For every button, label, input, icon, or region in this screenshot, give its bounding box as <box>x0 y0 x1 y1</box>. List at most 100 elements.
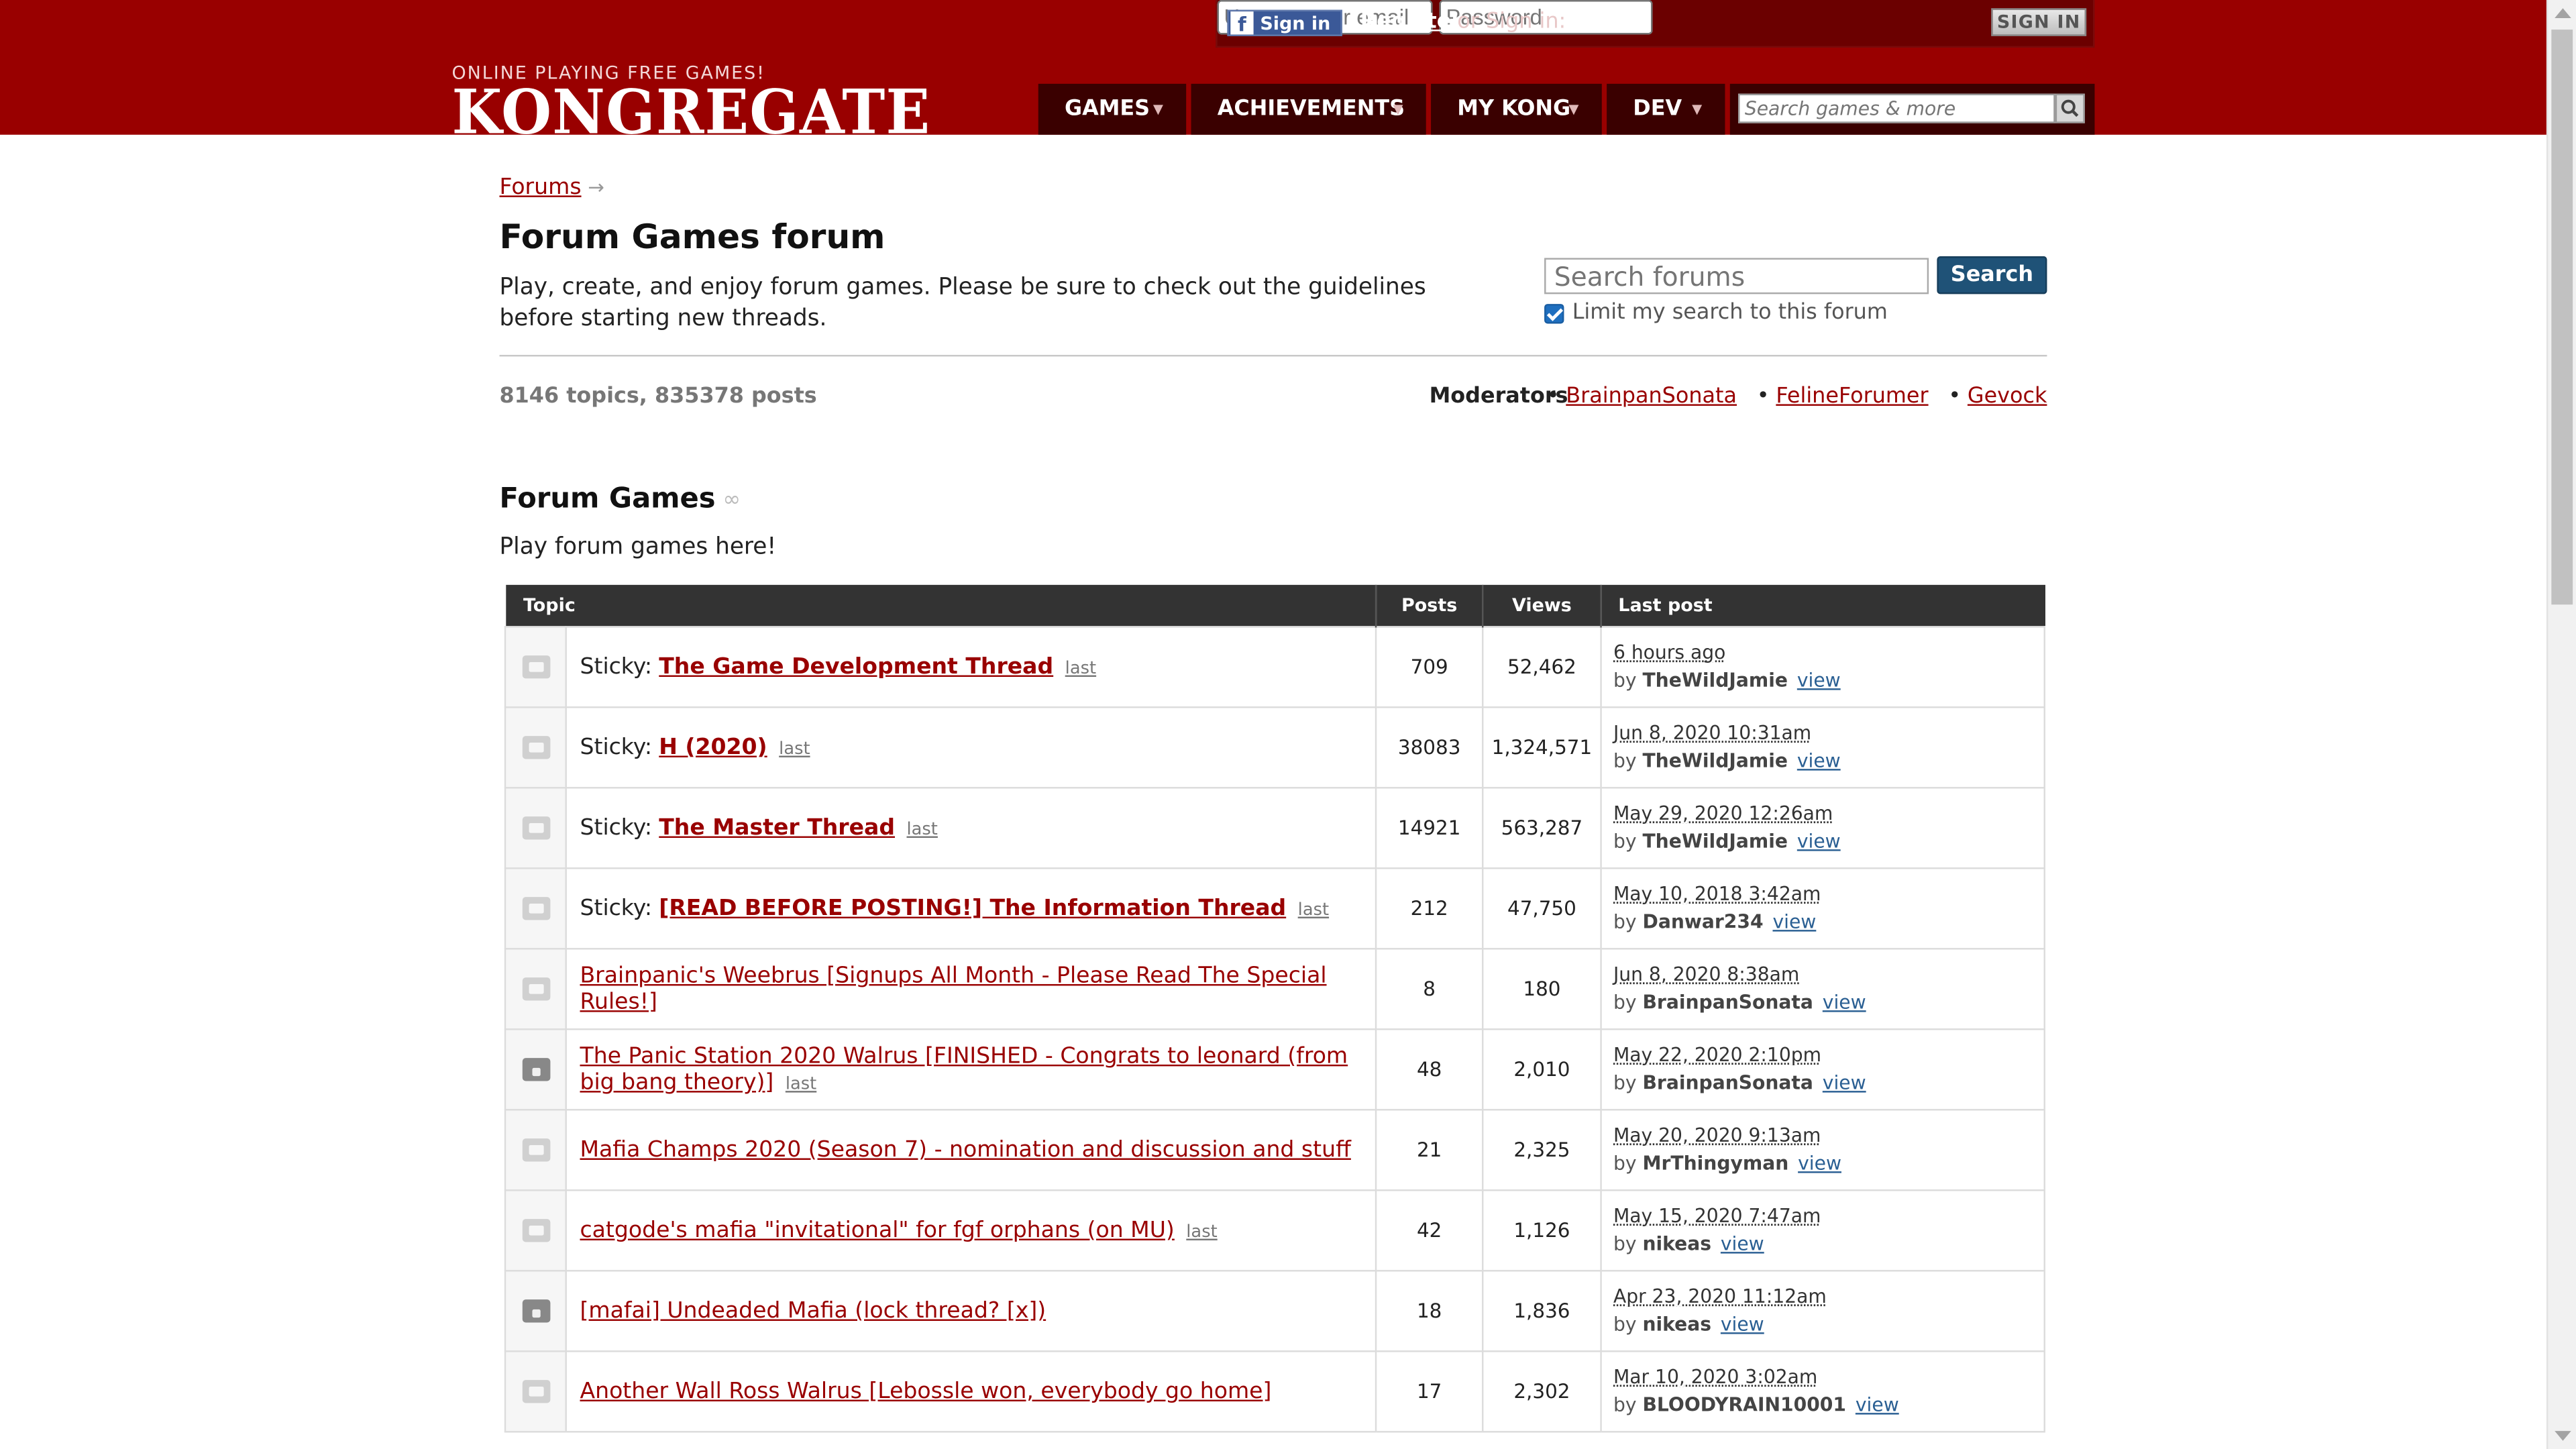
forum-search-button[interactable]: Search <box>1937 256 2047 294</box>
moderator-link[interactable]: BrainpanSonata <box>1566 384 1737 409</box>
topic-icon-cell <box>504 706 567 789</box>
sticky-prefix: Sticky: <box>580 895 653 922</box>
or-sign-in-label: or Sign in: <box>1457 9 1566 35</box>
table-row: Sticky: The Master Thread last 14921 563,2… <box>504 787 2046 869</box>
last-post-author: TheWildJamie <box>1642 749 1788 773</box>
section-title: Forum Games <box>499 483 716 516</box>
views-count: 47,750 <box>1482 867 1602 950</box>
lock-icon <box>521 1058 550 1081</box>
views-count: 180 <box>1482 948 1602 1030</box>
table-row: Sticky: [READ BEFORE POSTING!] The Infor… <box>504 867 2046 950</box>
posts-count: 8 <box>1375 948 1484 1030</box>
last-post-cell: Jun 8, 2020 10:31am by TheWildJamie view <box>1600 706 2046 789</box>
topic-link[interactable]: The Master Thread <box>659 815 895 841</box>
by-label: by <box>1613 910 1637 934</box>
page: fSign in Register or Sign in: SIGN IN ON… <box>0 0 2576 1449</box>
topic-link[interactable]: H (2020) <box>659 735 767 761</box>
view-post-link[interactable]: view <box>1721 1313 1764 1336</box>
table-row: catgode's mafia "invitational" for fgf o… <box>504 1189 2046 1272</box>
topic-link[interactable]: Brainpanic's Weebrus [Signups All Month … <box>580 963 1326 1015</box>
table-row: Mafia Champs 2020 (Season 7) - nominatio… <box>504 1109 2046 1191</box>
scroll-up-arrow-icon[interactable] <box>2555 8 2571 18</box>
last-post-time: May 20, 2020 9:13am <box>1613 1124 1821 1147</box>
last-page-link[interactable]: last <box>907 820 938 839</box>
posts-count: 21 <box>1375 1109 1484 1191</box>
topic-cell: Mafia Champs 2020 (Season 7) - nominatio… <box>565 1109 1377 1191</box>
view-post-link[interactable]: view <box>1823 991 1866 1014</box>
view-post-link[interactable]: view <box>1721 1232 1764 1255</box>
posts-count: 17 <box>1375 1350 1484 1433</box>
register-link[interactable]: Register <box>1360 10 1462 35</box>
view-post-link[interactable]: view <box>1798 1152 1841 1175</box>
posts-count: 48 <box>1375 1028 1484 1111</box>
topic-link[interactable]: [mafai] Undeaded Mafia (lock thread? [x]… <box>580 1298 1046 1324</box>
by-label: by <box>1613 990 1637 1014</box>
limit-search-checkbox[interactable] <box>1544 304 1564 324</box>
topic-link[interactable]: The Game Development Thread <box>659 654 1053 680</box>
nav-dev[interactable]: DEV ▼ <box>1607 83 1725 135</box>
posts-count: 18 <box>1375 1270 1484 1352</box>
header-topic: Topic <box>505 584 1377 627</box>
last-post-time: May 22, 2020 2:10pm <box>1613 1043 1822 1067</box>
nav-dev-label: DEV <box>1633 97 1682 122</box>
scroll-thumb[interactable] <box>2551 30 2573 605</box>
topic-cell: The Panic Station 2020 Walrus [FINISHED … <box>565 1028 1377 1111</box>
site-header: fSign in Register or Sign in: SIGN IN ON… <box>0 0 2546 148</box>
view-post-link[interactable]: view <box>1797 749 1841 772</box>
nav-achievements[interactable]: ACHIEVEMENTS ▼ <box>1191 83 1426 135</box>
page-scrollbar[interactable] <box>2546 0 2576 1449</box>
view-post-link[interactable]: view <box>1797 830 1841 853</box>
last-page-link[interactable]: last <box>1298 900 1329 920</box>
last-post-time: May 29, 2020 12:26am <box>1613 802 1833 825</box>
bullet: • <box>1948 384 1962 409</box>
last-post-author: TheWildJamie <box>1642 829 1788 853</box>
last-page-link[interactable]: last <box>1186 1222 1217 1242</box>
topic-icon-cell <box>504 1350 567 1433</box>
site-search <box>1729 83 2095 135</box>
chat-bubble-icon <box>521 816 550 840</box>
topic-link[interactable]: catgode's mafia "invitational" for fgf o… <box>580 1218 1174 1244</box>
nav-my-kong[interactable]: MY KONG ▼ <box>1431 83 1602 135</box>
last-page-link[interactable]: last <box>1065 659 1096 678</box>
view-post-link[interactable]: view <box>1823 1071 1866 1094</box>
chain-link-icon[interactable]: ∞ <box>723 488 741 513</box>
scroll-down-arrow-icon[interactable] <box>2555 1431 2571 1441</box>
by-label: by <box>1613 1071 1637 1095</box>
last-post-author: BrainpanSonata <box>1642 990 1813 1014</box>
chat-bubble-icon <box>521 736 550 759</box>
topic-link[interactable]: Mafia Champs 2020 (Season 7) - nominatio… <box>580 1137 1350 1163</box>
last-post-author: BrainpanSonata <box>1642 1071 1813 1095</box>
last-page-link[interactable]: last <box>779 739 810 759</box>
last-post-time: May 10, 2018 3:42am <box>1613 882 1821 906</box>
moderator-link[interactable]: Gevock <box>1968 384 2047 409</box>
view-post-link[interactable]: view <box>1856 1393 1899 1416</box>
lock-icon <box>521 1299 550 1323</box>
topic-link[interactable]: The Panic Station 2020 Walrus [FINISHED … <box>580 1043 1348 1095</box>
by-label: by <box>1613 1312 1637 1336</box>
forum-search-input[interactable] <box>1544 258 1929 294</box>
chat-bubble-icon <box>521 1138 550 1162</box>
views-count: 1,324,571 <box>1482 706 1602 789</box>
table-row: Brainpanic's Weebrus [Signups All Month … <box>504 948 2046 1030</box>
last-post-time: Jun 8, 2020 8:38am <box>1613 963 1800 986</box>
moderator-link[interactable]: FelineForumer <box>1776 384 1928 409</box>
breadcrumb-forums-link[interactable]: Forums <box>499 174 581 201</box>
topic-link[interactable]: Another Wall Ross Walrus [Lebossle won, … <box>580 1379 1271 1405</box>
facebook-signin-button[interactable]: f Sign in <box>1227 9 1342 36</box>
view-post-link[interactable]: view <box>1797 669 1841 692</box>
last-post-author: BLOODYRAIN10001 <box>1642 1393 1847 1417</box>
last-post-cell: 6 hours ago by TheWildJamie view <box>1600 626 2046 708</box>
last-page-link[interactable]: last <box>786 1075 816 1094</box>
topic-link[interactable]: [READ BEFORE POSTING!] The Information T… <box>659 896 1286 922</box>
sticky-prefix: Sticky: <box>580 653 653 680</box>
posts-count: 42 <box>1375 1189 1484 1272</box>
forum-stats: 8146 topics, 835378 posts <box>499 384 817 409</box>
by-label: by <box>1613 1232 1637 1256</box>
table-row: [mafai] Undeaded Mafia (lock thread? [x]… <box>504 1270 2046 1352</box>
view-post-link[interactable]: view <box>1772 910 1816 933</box>
site-search-input[interactable] <box>1738 93 2055 123</box>
breadcrumb-arrow-icon: → <box>588 176 605 199</box>
sign-in-button[interactable]: SIGN IN <box>1991 8 2087 36</box>
nav-games[interactable]: GAMES ▼ <box>1038 83 1187 135</box>
site-search-button[interactable] <box>2055 93 2085 123</box>
